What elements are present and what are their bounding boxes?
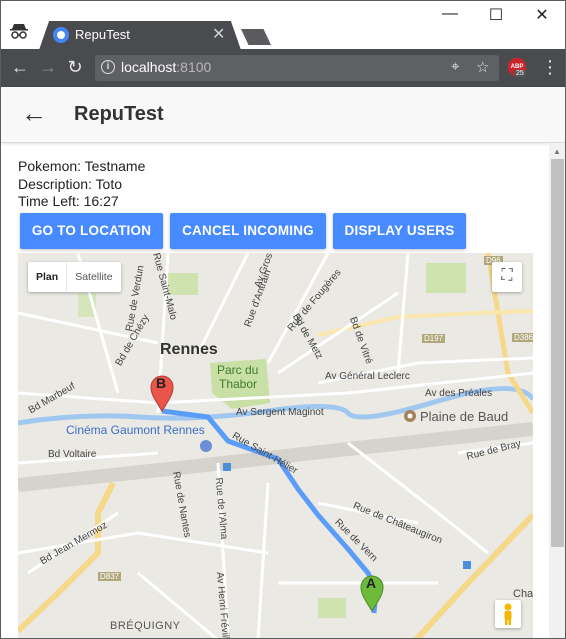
menu-kebab-icon[interactable]: ⋮ <box>541 57 559 78</box>
pokemon-description: Description: Toto <box>18 176 123 192</box>
map-label-av-prealles: Av des Préales <box>425 388 493 399</box>
location-icon[interactable]: ⌖ <box>451 58 459 75</box>
map-label-brequigny: BRÉQUIGNY <box>110 620 181 632</box>
map-label-plaine-de-baud: Plaine de Baud <box>420 409 509 424</box>
cancel-incoming-button[interactable]: CANCEL INCOMING <box>170 213 326 249</box>
map-canvas <box>18 253 533 638</box>
marker-a-label: A <box>366 575 377 591</box>
display-users-button[interactable]: DISPLAY USERS <box>333 213 466 249</box>
map-type-plan[interactable]: Plan <box>28 262 66 292</box>
map-label-av-sergent: Av Sergent Maginot <box>236 407 324 418</box>
tab-title: RepuTest <box>75 27 130 42</box>
back-nav-icon[interactable]: ← <box>9 57 31 78</box>
map-label-bd-voltaire: Bd Voltaire <box>48 449 97 460</box>
go-to-location-button[interactable]: GO TO LOCATION <box>20 213 163 249</box>
map-type-satellite[interactable]: Satellite <box>66 262 120 292</box>
minimize-button[interactable]: — <box>435 5 465 23</box>
fullscreen-icon[interactable]: ⛶ <box>492 262 522 292</box>
road-badge-d386: D386 <box>512 333 533 342</box>
browser-window: RepuTest ✕ — ☐ ✕ ← → ↻ i localhost:8100 … <box>0 0 566 639</box>
tab-close-icon[interactable]: ✕ <box>212 24 225 44</box>
site-info-icon[interactable]: i <box>101 60 115 74</box>
pegman-icon[interactable] <box>495 600 521 628</box>
bookmark-star-icon[interactable]: ☆ <box>476 58 489 76</box>
map-label-thabor: Thabor <box>219 377 258 391</box>
favicon-icon <box>53 27 69 43</box>
adblock-count-badge: 25 <box>514 70 526 77</box>
road-badge-d197: D197 <box>422 334 446 343</box>
map-label-av-leclerc: Av Général Leclerc <box>325 371 410 382</box>
pokemon-name: Pokemon: Testname <box>18 158 146 174</box>
incognito-icon <box>10 24 28 39</box>
map-label-rennes: Rennes <box>160 341 218 358</box>
close-window-button[interactable]: ✕ <box>527 5 557 25</box>
map-label-parc: Parc du <box>217 363 259 377</box>
map-type-toggle: Plan Satellite <box>28 262 121 292</box>
map-label-cha: Cha <box>513 588 533 600</box>
marker-b-label: B <box>156 375 167 391</box>
back-arrow-icon[interactable]: ← <box>21 99 47 127</box>
map-view[interactable]: Rennes Parc du Thabor Plaine de Baud Cin… <box>18 253 533 638</box>
map-label-cinema: Cinéma Gaumont Rennes <box>66 423 205 437</box>
time-left: Time Left: 16:27 <box>18 193 119 209</box>
reload-icon[interactable]: ↻ <box>64 57 86 78</box>
tab-reputest[interactable] <box>39 21 241 50</box>
scroll-up-icon[interactable]: ▲ <box>553 147 561 156</box>
maximize-button[interactable]: ☐ <box>481 5 511 25</box>
scrollbar-thumb[interactable] <box>551 159 564 547</box>
url-text[interactable]: localhost:8100 <box>121 59 211 75</box>
road-badge-d837: D837 <box>98 572 122 581</box>
page-title: RepuTest <box>74 103 164 125</box>
forward-nav-icon[interactable]: → <box>37 57 59 78</box>
